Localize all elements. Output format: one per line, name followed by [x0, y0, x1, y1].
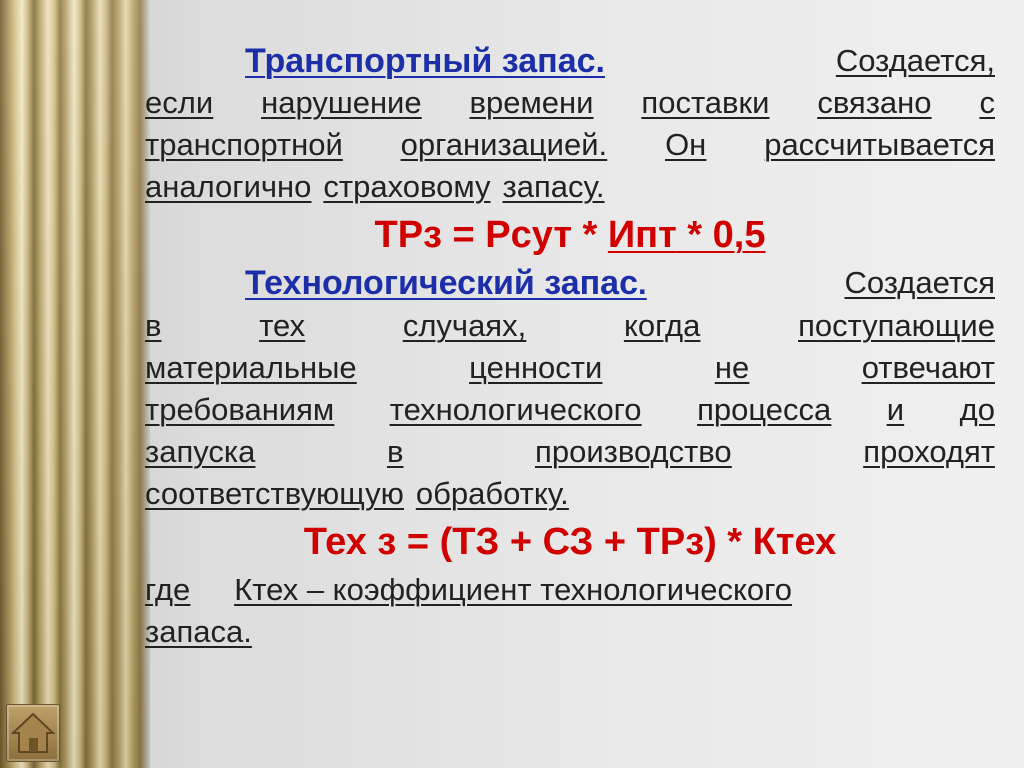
- word: запуска: [145, 434, 256, 469]
- formula-text: Тех з = (ТЗ + СЗ + ТРз) * Ктех: [303, 521, 837, 563]
- word: Создается: [844, 265, 996, 300]
- paragraph-1-line-3: транспортной организацией. Он рассчитыва…: [145, 124, 995, 166]
- word: соответствующую: [145, 476, 404, 511]
- word: Он: [665, 127, 707, 162]
- word: нарушение: [261, 85, 422, 120]
- where-line-1: где Ктех – коэффициент технологического: [145, 569, 995, 611]
- word: организацией.: [400, 127, 608, 162]
- word: в: [145, 308, 162, 343]
- word: требованиям: [145, 392, 335, 427]
- word: до: [959, 392, 995, 427]
- decorative-column: [0, 0, 150, 768]
- paragraph-2-line-6: соответствующую обработку.: [145, 473, 995, 515]
- word: в: [386, 434, 404, 469]
- word: технологического: [389, 392, 642, 427]
- paragraph-1-line-4: аналогично страховому запасу.: [145, 166, 995, 208]
- word: тех: [259, 308, 306, 343]
- formula-transport-stock: ТРз = Рсут * Ипт * 0,5: [145, 208, 995, 262]
- word: обработку.: [415, 476, 569, 511]
- word: запаса.: [145, 614, 252, 649]
- paragraph-1-line-2: если нарушение времени поставки связано …: [145, 82, 995, 124]
- term-wrapper: Технологический запас.: [245, 262, 647, 305]
- paragraph-2-line-5: запуска в производство проходят: [145, 431, 995, 473]
- word: рассчитывается: [764, 127, 995, 162]
- term-technological-stock: Технологический запас: [245, 264, 638, 302]
- term-transport-stock: Транспортный запас.: [245, 42, 605, 80]
- word: Создается,: [835, 43, 995, 78]
- where-line-2: запаса.: [145, 611, 995, 653]
- word: страховому: [323, 169, 491, 204]
- word: ценности: [469, 350, 603, 385]
- slide-content: Транспортный запас. Создается, если нару…: [145, 40, 995, 653]
- word: времени: [469, 85, 594, 120]
- word: материальные: [145, 350, 357, 385]
- home-icon: [11, 712, 55, 753]
- word: случаях,: [402, 308, 527, 343]
- formula-part: ТРз = Рсут *: [374, 214, 608, 256]
- word: производство: [535, 434, 732, 469]
- term-period: .: [637, 266, 647, 301]
- paragraph-2-line-2: в тех случаях, когда поступающие: [145, 305, 995, 347]
- definition-text: Ктех – коэффициент технологического: [234, 572, 793, 607]
- paragraph-1-line-1: Транспортный запас. Создается,: [145, 40, 995, 82]
- word: когда: [623, 308, 701, 343]
- word: поступающие: [798, 308, 995, 343]
- word: поставки: [641, 85, 770, 120]
- formula-part: * 0,5: [676, 214, 766, 256]
- word: отвечают: [861, 350, 995, 385]
- word: где: [145, 572, 191, 607]
- word: процесса: [697, 392, 832, 427]
- word: запасу.: [502, 169, 605, 204]
- word: транспортной: [145, 127, 343, 162]
- word: связано: [817, 85, 932, 120]
- word: не: [714, 350, 750, 385]
- paragraph-2-line-4: требованиям технологического процесса и …: [145, 389, 995, 431]
- word: с: [979, 85, 995, 120]
- formula-technological-stock: Тех з = (ТЗ + СЗ + ТРз) * Ктех: [145, 515, 995, 569]
- formula-part-underlined: Ипт: [607, 214, 677, 256]
- home-button[interactable]: [6, 704, 60, 762]
- word: аналогично: [145, 169, 312, 204]
- word: если: [145, 85, 214, 120]
- word: и: [886, 392, 905, 427]
- paragraph-2-line-1: Технологический запас. Создается: [145, 262, 995, 305]
- word: проходят: [863, 434, 995, 469]
- paragraph-2-line-3: материальные ценности не отвечают: [145, 347, 995, 389]
